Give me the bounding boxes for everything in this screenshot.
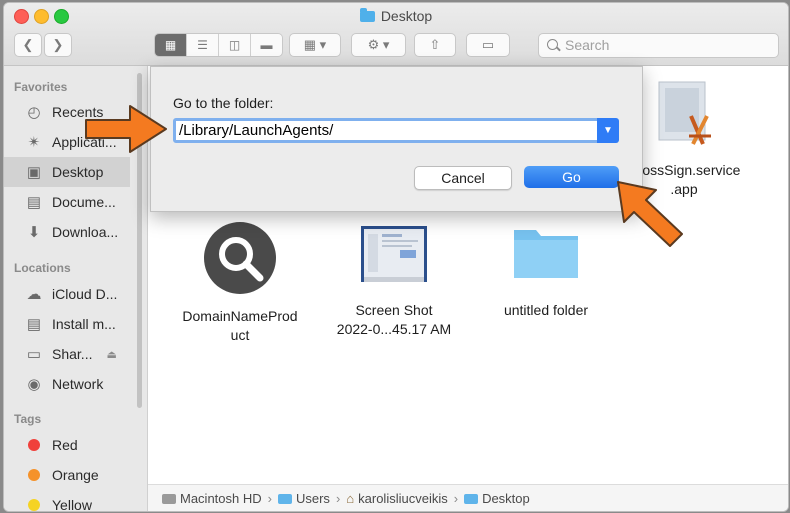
sidebar-item-desktop[interactable]: ▣ Desktop	[4, 157, 130, 187]
list-view-button[interactable]: ☰	[187, 34, 219, 56]
sidebar-tag-yellow[interactable]: Yellow	[4, 490, 130, 511]
share-icon: ⇧	[429, 37, 441, 52]
tags-header: Tags	[14, 412, 42, 426]
yellow-tag-icon	[28, 499, 40, 511]
window-title: Desktop	[4, 8, 788, 24]
hard-drive-icon	[162, 493, 176, 504]
group-icon: ▦ ▾	[303, 37, 327, 52]
desktop-icon: ▣	[26, 164, 42, 181]
chevron-right-icon: ›	[335, 490, 341, 506]
action-button[interactable]: ⚙ ▾	[351, 33, 406, 57]
red-tag-icon	[28, 439, 40, 451]
screenshot-thumbnail-icon	[361, 226, 427, 282]
folder-icon	[359, 8, 375, 22]
search-field[interactable]: Search	[538, 33, 779, 58]
sidebar-item-network[interactable]: ◉ Network	[4, 369, 130, 399]
search-icon	[547, 39, 558, 50]
columns-icon: ◫	[228, 38, 241, 52]
file-screenshot[interactable]: Screen Shot 2022-0...45.17 AM	[324, 220, 464, 339]
locations-header: Locations	[14, 261, 71, 275]
sidebar-item-shared[interactable]: ▭ Shar... ⏏	[4, 339, 130, 369]
globe-icon: ◉	[27, 376, 41, 393]
sidebar-item-documents[interactable]: ▤ Docume...	[4, 187, 130, 217]
applications-icon: ✴	[27, 134, 41, 151]
sidebar-item-downloads[interactable]: ⬇ Downloa...	[4, 217, 130, 247]
pointer-arrow-icon	[617, 181, 683, 247]
favorites-header: Favorites	[14, 80, 68, 94]
sidebar-item-install-media[interactable]: ▤ Install m...	[4, 309, 130, 339]
path-segment-home[interactable]: ⌂ karolisliucveikis	[346, 491, 447, 506]
share-button[interactable]: ⇧	[414, 33, 456, 57]
path-segment-macintosh-hd[interactable]: Macintosh HD	[162, 491, 262, 506]
search-placeholder: Search	[565, 37, 610, 53]
folder-icon	[277, 493, 292, 504]
sidebar-tag-orange[interactable]: Orange	[4, 460, 130, 490]
view-mode-control[interactable]: ▦ ☰ ◫ ▬	[154, 33, 283, 57]
file-domainnameproduct[interactable]: DomainNameProd uct	[170, 220, 310, 345]
gallery-icon: ▬	[260, 38, 273, 52]
finder-window: Desktop ❮ ❯ ▦ ☰ ◫ ▬ ▦ ▾ ⚙ ▾ ⇧ ▭ Search F…	[3, 2, 789, 512]
home-icon: ⌂	[346, 490, 355, 506]
cancel-button[interactable]: Cancel	[414, 166, 512, 190]
eject-icon[interactable]: ⏏	[106, 348, 116, 361]
cloud-icon: ☁	[26, 286, 42, 303]
chevron-left-icon: ❮	[22, 37, 34, 52]
gallery-view-button[interactable]: ▬	[251, 34, 282, 56]
forward-button[interactable]: ❯	[44, 33, 72, 57]
dialog-label: Go to the folder:	[173, 95, 274, 111]
app-installer-icon	[658, 81, 711, 145]
sidebar-tag-red[interactable]: Red	[4, 430, 130, 460]
path-bar: Macintosh HD › Users › ⌂ karolisliucveiki…	[148, 484, 788, 511]
folder-icon	[514, 230, 578, 278]
document-icon: ▤	[26, 194, 42, 211]
chevron-down-icon: ▼	[603, 125, 613, 136]
column-view-button[interactable]: ◫	[219, 34, 251, 56]
download-icon: ⬇	[27, 224, 41, 241]
pointer-arrow-icon	[85, 105, 167, 153]
sidebar-item-icloud[interactable]: ☁ iCloud D...	[4, 279, 130, 309]
path-history-dropdown[interactable]: ▼	[597, 118, 619, 143]
grid-icon: ▦	[164, 38, 177, 52]
display-icon: ▭	[26, 346, 42, 363]
tag-icon: ▭	[481, 37, 495, 52]
clock-icon: ◴	[27, 104, 41, 121]
chevron-right-icon: ›	[453, 490, 459, 506]
icon-view-button[interactable]: ▦	[155, 34, 187, 56]
chevron-right-icon: ›	[267, 490, 272, 506]
folder-icon	[464, 493, 479, 504]
disk-icon: ▤	[26, 316, 42, 333]
magnifier-app-icon	[204, 222, 276, 294]
folder-path-input[interactable]: /Library/LaunchAgents/	[173, 118, 618, 143]
path-segment-desktop[interactable]: Desktop	[464, 491, 530, 506]
path-segment-users[interactable]: Users	[277, 491, 330, 506]
gear-icon: ⚙ ▾	[367, 37, 390, 52]
list-icon: ☰	[197, 38, 208, 52]
orange-tag-icon	[28, 469, 40, 481]
group-button[interactable]: ▦ ▾	[289, 33, 341, 57]
back-button[interactable]: ❮	[14, 33, 42, 57]
go-to-folder-dialog: Go to the folder: /Library/LaunchAgents/…	[150, 66, 643, 212]
tag-button[interactable]: ▭	[466, 33, 510, 57]
go-button[interactable]: Go	[524, 166, 619, 188]
file-untitled-folder[interactable]: untitled folder	[476, 220, 616, 320]
chevron-right-icon: ❯	[52, 37, 64, 52]
title-bar: Desktop ❮ ❯ ▦ ☰ ◫ ▬ ▦ ▾ ⚙ ▾ ⇧ ▭ Search	[4, 3, 788, 66]
